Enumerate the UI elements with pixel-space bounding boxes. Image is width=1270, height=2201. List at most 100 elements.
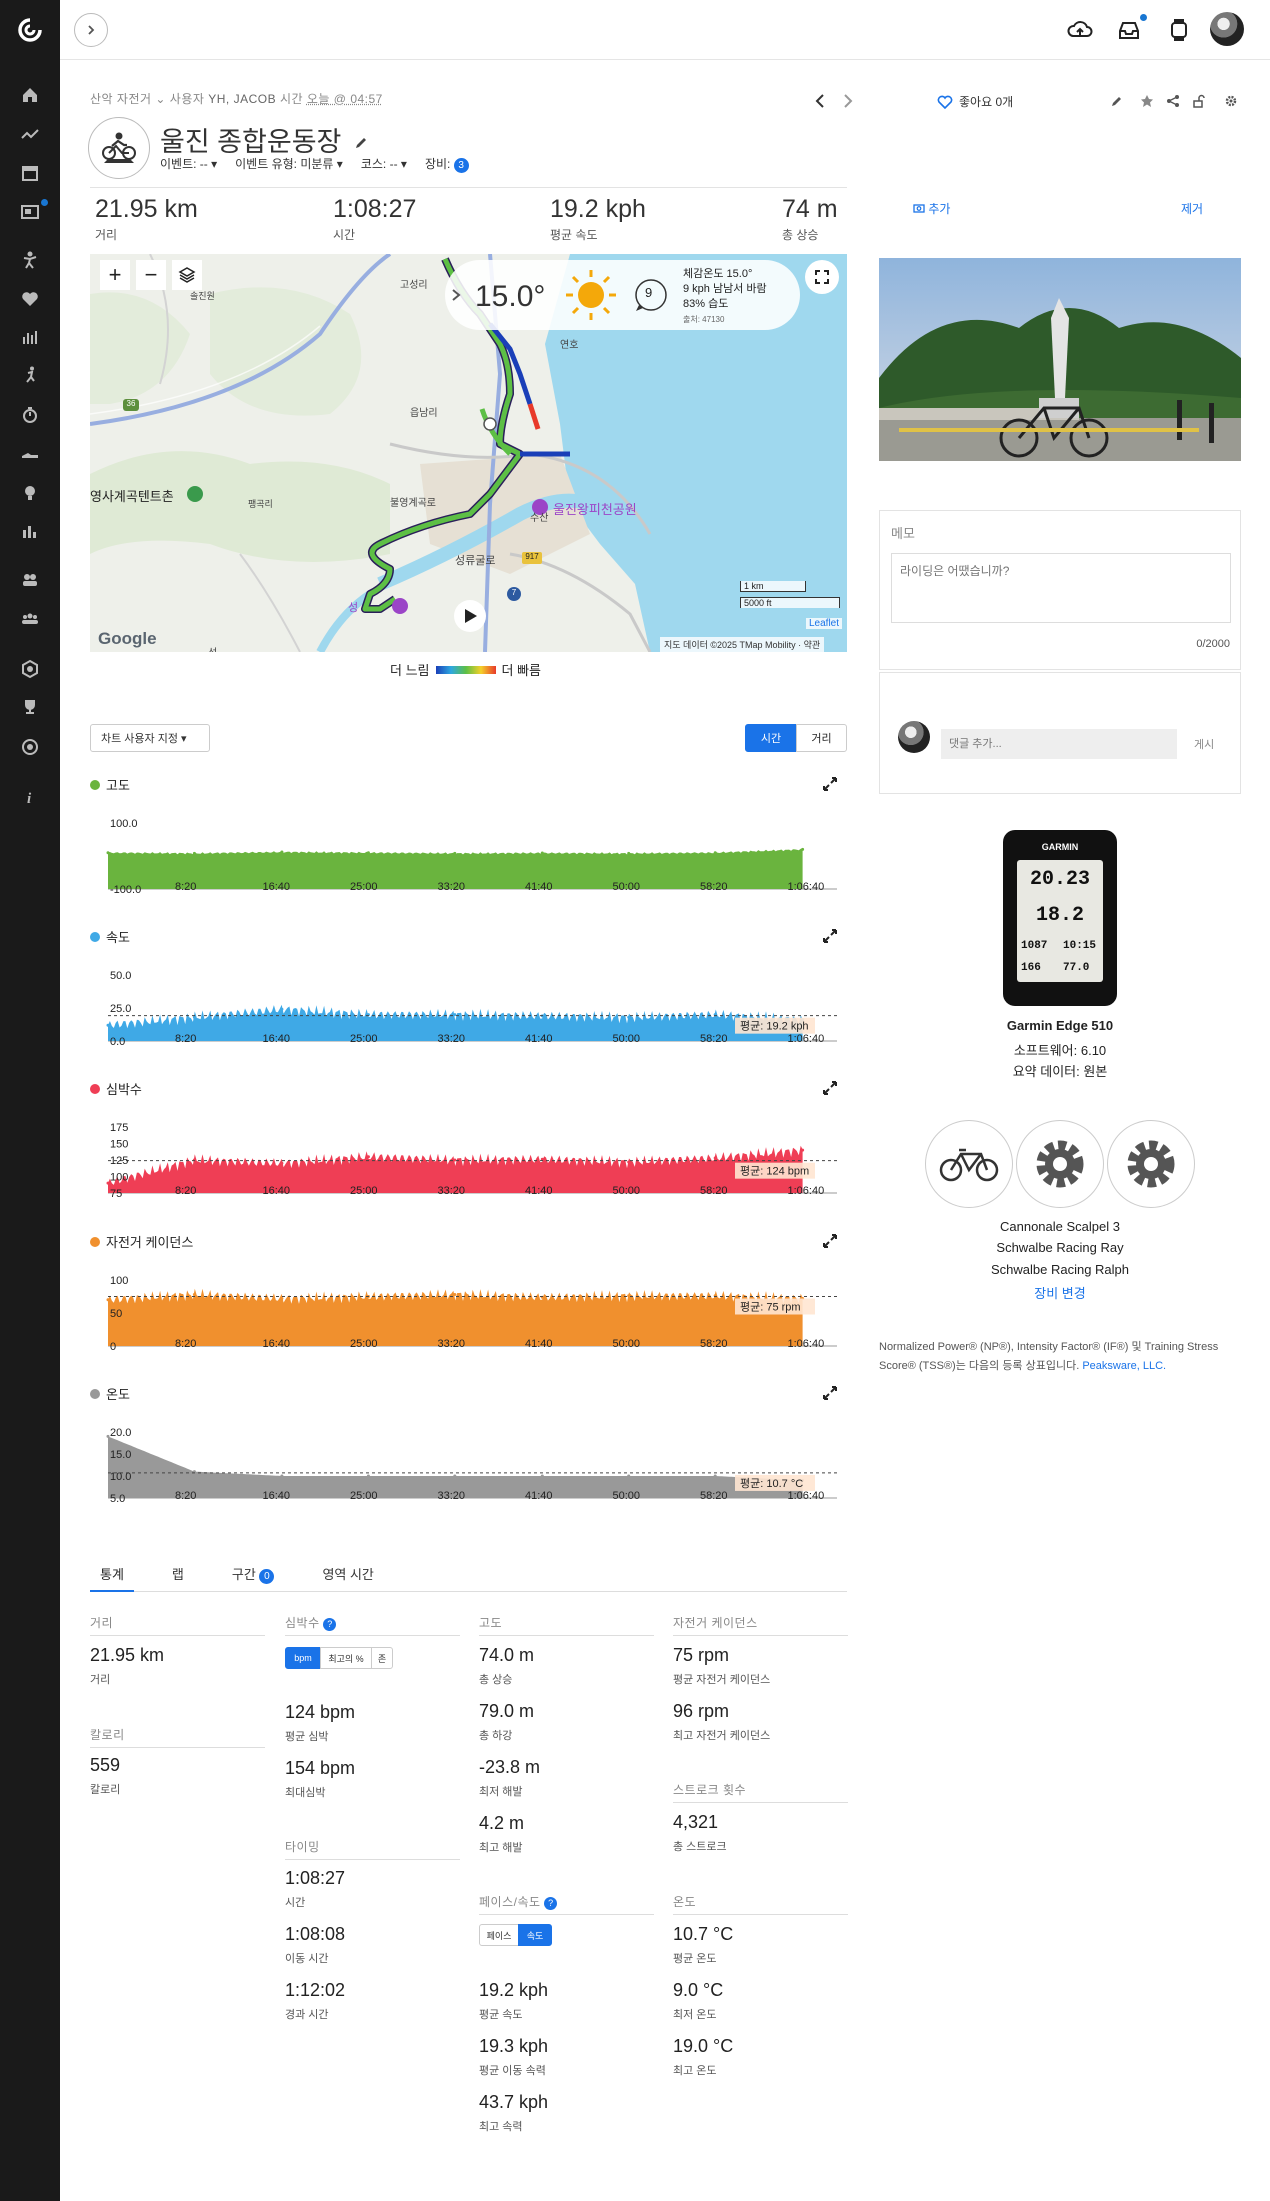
gear-tire-button[interactable] (1107, 1120, 1195, 1208)
user-name-link[interactable]: YH, JACOB (208, 92, 276, 106)
activities-icon[interactable] (17, 247, 43, 273)
chart-1[interactable]: 평균: 19.2 kph 50.0 25.0 0.0 8:20 16:40 25:00 33:… (90, 937, 847, 1052)
chart-3[interactable]: 평균: 75 rpm 100 50 0 8:20 16:40 25:00 33:20 41:40… (90, 1242, 847, 1357)
expand-chart-icon[interactable] (822, 1385, 838, 1401)
map-poi-label[interactable]: 영사계곡텐트촌 (90, 486, 174, 505)
x-tick-label: 25:00 (350, 1033, 378, 1045)
chart-0[interactable]: 100.0 -100.0 8:20 16:40 25:00 33:20 41:40 50:00… (90, 785, 847, 900)
activity-trend-icon[interactable] (17, 122, 43, 148)
time-axis-toggle[interactable]: 시간 (745, 724, 797, 752)
comment-input[interactable] (941, 729, 1177, 759)
user-avatar[interactable] (1210, 12, 1244, 46)
expand-chart-icon[interactable] (822, 1080, 838, 1096)
zoom-in-button[interactable]: + (100, 260, 130, 290)
next-activity-button[interactable] (843, 92, 853, 113)
distance-axis-toggle[interactable]: 거리 (796, 724, 847, 752)
hr-zone-toggle[interactable]: 존 (371, 1647, 393, 1669)
summary-label: 총 상승 (782, 228, 819, 242)
course-dropdown[interactable]: 코스: -- ▾ (361, 155, 407, 173)
fullscreen-map-button[interactable] (805, 260, 839, 294)
like-button[interactable]: 좋아요 0개 (937, 93, 1013, 110)
tab-segments-label: 구간 (231, 1567, 256, 1582)
zoom-out-button[interactable]: − (136, 260, 166, 290)
expand-chart-icon[interactable] (822, 776, 838, 792)
expand-sidebar-button[interactable] (74, 13, 108, 47)
upload-cloud-icon[interactable] (1066, 16, 1094, 44)
favorite-star-icon[interactable] (1138, 92, 1156, 110)
edit-icon[interactable] (1108, 92, 1126, 110)
y-tick-label: 20.0 (110, 1427, 131, 1439)
add-photo-button[interactable]: 추가 (913, 200, 950, 217)
tab-segments[interactable]: 구간 0 (222, 1560, 285, 1592)
data-point (713, 1156, 717, 1160)
gear-bike-button[interactable] (925, 1120, 1013, 1208)
groups-icon[interactable] (17, 606, 43, 632)
help-question-icon[interactable]: ? (323, 1618, 337, 1631)
customize-charts-button[interactable]: 차트 사용자 지정 ▾ (90, 724, 210, 752)
layers-button[interactable] (172, 260, 202, 290)
stat-elev-gain-value: 74.0 m (479, 1645, 535, 1665)
map-poi-label[interactable]: 울진왕피천공원 (553, 499, 637, 518)
inbox-icon[interactable] (1115, 16, 1143, 44)
gear-shoe-icon[interactable] (17, 440, 43, 466)
watch-device-icon[interactable] (1165, 16, 1193, 44)
pace-toggle[interactable]: 페이스 (479, 1924, 519, 1946)
chevron-right-icon[interactable] (449, 288, 463, 302)
tab-laps[interactable]: 랩 (162, 1560, 194, 1592)
share-icon[interactable] (1164, 92, 1182, 110)
news-feed-icon[interactable] (17, 199, 43, 225)
event-type-dropdown[interactable]: 이벤트 유형: 미분류 ▾ (235, 155, 343, 173)
reports-bar-icon[interactable] (17, 324, 43, 350)
chart-4[interactable]: 평균: 10.7 °C 20.0 15.0 10.0 5.0 8:20 16:40 25:00… (90, 1394, 847, 1509)
map-attribution[interactable]: 지도 데이터 ©2025 TMap Mobility · 약관 (660, 637, 825, 652)
leaflet-link[interactable]: Leaflet (806, 618, 843, 629)
home-icon[interactable] (17, 82, 43, 108)
change-gear-link[interactable]: 장비 변경 (879, 1283, 1241, 1302)
hr-bpm-toggle[interactable]: bpm (285, 1647, 321, 1669)
stat-max-temp-value: 19.0 °C (673, 2036, 734, 2056)
remove-photo-button[interactable]: 제거 (1181, 200, 1203, 217)
memo-textarea[interactable] (891, 553, 1231, 623)
device-screen: 20.23 18.2 1087 10:15 166 77.0 (1017, 860, 1103, 982)
gear-tire-button[interactable] (1016, 1120, 1104, 1208)
expand-chart-icon[interactable] (822, 1233, 838, 1249)
badges-icon[interactable] (17, 656, 43, 682)
stats-icon[interactable] (17, 518, 43, 544)
tab-stats[interactable]: 통계 (90, 1560, 134, 1592)
gear-cog-icon (1127, 1140, 1175, 1188)
tab-time-in-zones[interactable]: 영역 시간 (312, 1560, 383, 1592)
help-question-icon[interactable]: ? (544, 1897, 558, 1910)
previous-activity-button[interactable] (815, 92, 825, 113)
goals-target-icon[interactable] (17, 734, 43, 760)
privacy-lock-icon[interactable] (1190, 92, 1208, 110)
x-tick-label: 8:20 (175, 881, 196, 893)
data-point (540, 1474, 544, 1478)
edit-pencil-icon[interactable] (353, 135, 369, 151)
hr-percent-max-toggle[interactable]: 최고의 % (320, 1647, 372, 1669)
health-heart-icon[interactable] (17, 286, 43, 312)
peaksware-link[interactable]: Peaksware, LLC. (1082, 1360, 1166, 1372)
insights-bulb-icon[interactable] (17, 480, 43, 506)
connections-icon[interactable] (17, 567, 43, 593)
garmin-connect-logo-icon[interactable] (17, 17, 43, 43)
settings-gear-icon[interactable] (1222, 92, 1240, 110)
calendar-icon[interactable] (17, 160, 43, 186)
activity-photo[interactable] (879, 258, 1241, 461)
info-icon[interactable]: i (17, 784, 43, 810)
expand-chart-icon[interactable] (822, 928, 838, 944)
stopwatch-icon[interactable] (17, 402, 43, 428)
mountain-bike-icon (102, 132, 136, 163)
post-comment-button[interactable]: 게시 (1194, 736, 1214, 752)
speed-toggle[interactable]: 속도 (518, 1924, 552, 1946)
route-map[interactable]: 15.0° 9 체감온도 15.0° 9 kph 남남서 바람 83% 습도 출… (90, 254, 847, 652)
trophy-icon[interactable] (17, 694, 43, 720)
gear-item: Schwalbe Racing Ray (996, 1240, 1124, 1255)
sport-type[interactable]: 산악 자전거 (90, 92, 152, 106)
stat-strokes-value: 4,321 (673, 1812, 719, 1832)
divider (90, 187, 847, 188)
training-icon[interactable] (17, 362, 43, 388)
event-dropdown[interactable]: 이벤트: -- ▾ (160, 155, 217, 173)
data-point (801, 1148, 805, 1152)
chart-2[interactable]: 평균: 124 bpm 175 150 125 100 75 8:20 16:40 25:00 3… (90, 1089, 847, 1204)
gear-link[interactable]: 장비: 3 (425, 155, 469, 173)
